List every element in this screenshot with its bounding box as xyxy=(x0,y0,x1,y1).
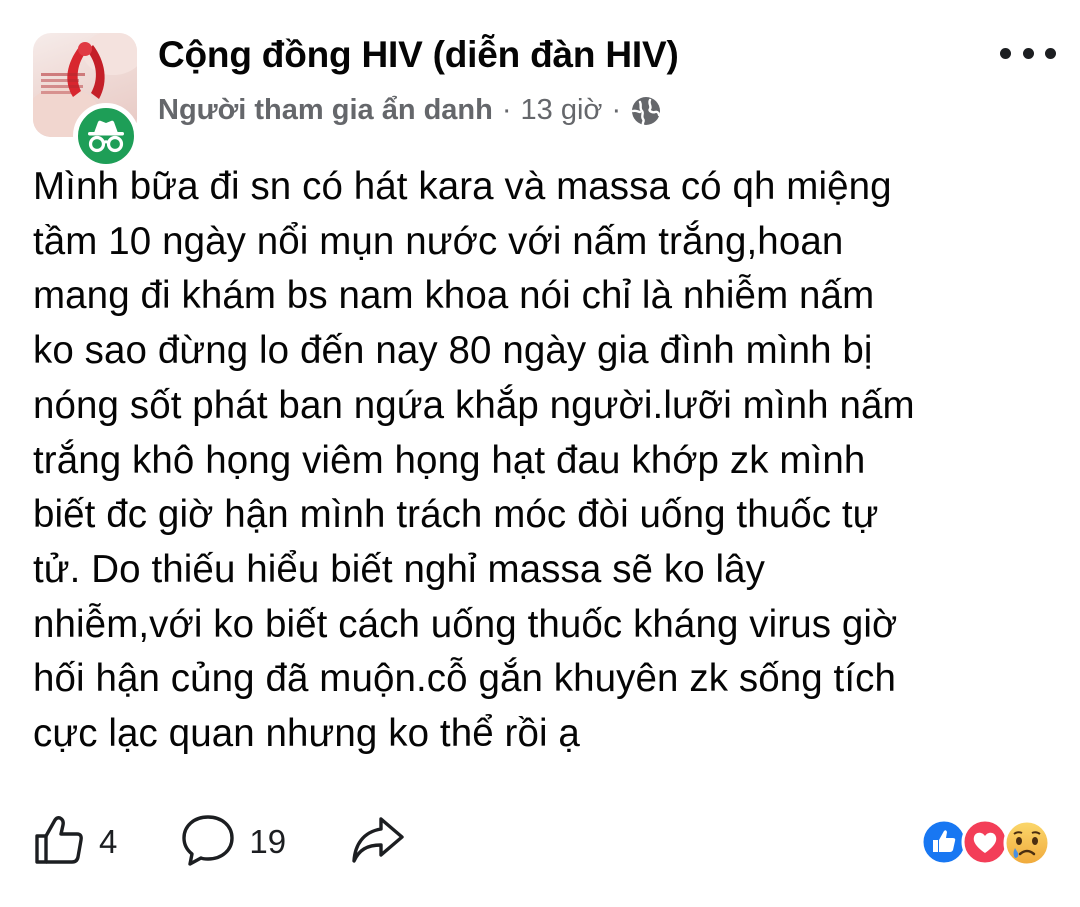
more-dot xyxy=(1022,47,1034,59)
post-line: nóng sốt phát ban ngứa khắp người.lưỡi m… xyxy=(33,383,915,427)
post-line: tử. Do thiếu hiểu biết nghỉ massa sẽ ko … xyxy=(33,547,766,591)
meta-separator: · xyxy=(501,94,512,126)
post-line: mang đi khám bs nam khoa nói chỉ là nhiễ… xyxy=(33,274,875,318)
more-dot xyxy=(1045,47,1056,59)
meta-separator: · xyxy=(611,94,622,126)
group-name[interactable]: Cộng đồng HIV (diễn đàn HIV) xyxy=(158,34,679,76)
post-line: nhiễm,với ko biết cách uống thuốc kháng … xyxy=(33,602,898,646)
post-avatar[interactable] xyxy=(33,33,139,169)
like-count: 4 xyxy=(99,823,118,860)
like-button[interactable]: 4 xyxy=(33,814,117,871)
comment-bubble-icon xyxy=(181,813,235,872)
sad-reaction-icon xyxy=(1003,819,1051,867)
post-meta: Người tham gia ẩn danh · 13 giờ · xyxy=(158,94,662,127)
post-line: hối hận củng đã muộn.cỗ gắn khuyên zk số… xyxy=(33,657,896,701)
comment-button[interactable]: 19 xyxy=(181,813,286,872)
thumbs-up-icon xyxy=(33,814,85,871)
post-line: ko sao đừng lo đến nay 80 ngày gia đình … xyxy=(33,329,873,373)
author-name[interactable]: Người tham gia ẩn danh xyxy=(158,94,493,127)
post-line: cực lạc quan nhưng ko thể rồi ạ xyxy=(33,712,580,756)
post-line: trắng khô họng viêm họng hạt đau khớp zk… xyxy=(33,438,866,482)
reaction-summary[interactable] xyxy=(920,818,1052,868)
post-actions: 4 19 xyxy=(33,814,406,870)
share-button[interactable] xyxy=(350,815,406,870)
more-options-icon[interactable] xyxy=(1000,36,1056,70)
post-line: Mình bữa đi sn có hát kara và massa có q… xyxy=(33,165,892,208)
more-dot xyxy=(1000,47,1011,59)
globe-icon xyxy=(630,95,662,127)
post-body: Mình bữa đi sn có hát kara và massa có q… xyxy=(33,160,1053,762)
post-line: tầm 10 ngày nổi mụn nước với nấm trắng,h… xyxy=(33,219,844,263)
post-time[interactable]: 13 giờ xyxy=(521,94,603,127)
comment-count: 19 xyxy=(249,823,287,860)
share-arrow-icon xyxy=(350,815,406,870)
post-line: biết đc giờ hận mình trách móc đòi uống … xyxy=(33,493,879,537)
